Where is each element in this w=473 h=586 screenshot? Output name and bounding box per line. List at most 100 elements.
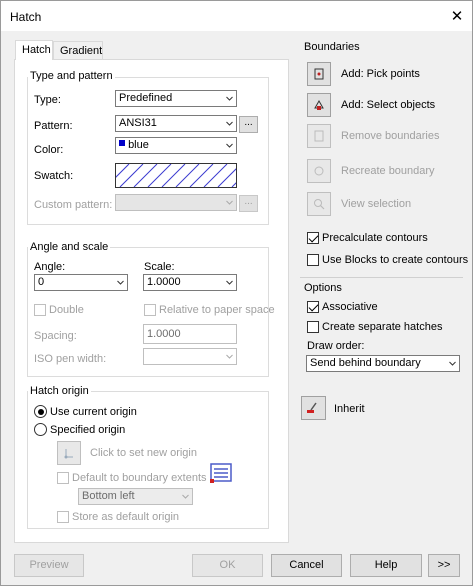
options-divider bbox=[300, 277, 463, 278]
select-objects-icon bbox=[314, 99, 324, 110]
iso-pen-width-label: ISO pen width: bbox=[34, 353, 107, 365]
set-origin-button[interactable] bbox=[57, 441, 81, 465]
angle-value: 0 bbox=[38, 276, 45, 288]
chevron-down-icon bbox=[226, 142, 233, 149]
preview-button[interactable]: Preview bbox=[14, 554, 84, 577]
use-current-origin-label: Use current origin bbox=[50, 406, 137, 418]
angle-select[interactable]: 0 bbox=[34, 274, 128, 291]
add-pick-points-label[interactable]: Add: Pick points bbox=[341, 68, 420, 80]
close-icon[interactable]: ✕ bbox=[448, 7, 466, 25]
default-boundary-extents-label: Default to boundary extents bbox=[72, 472, 207, 484]
origin-pick-icon bbox=[64, 449, 73, 459]
relative-paper-space-label: Relative to paper space bbox=[159, 304, 275, 316]
spacing-label: Spacing: bbox=[34, 330, 77, 342]
store-default-origin-label: Store as default origin bbox=[72, 511, 180, 523]
chevron-down-icon bbox=[226, 120, 233, 127]
options-title: Options bbox=[304, 282, 342, 294]
cancel-button[interactable]: Cancel bbox=[271, 554, 342, 577]
click-set-origin-label: Click to set new origin bbox=[90, 447, 197, 459]
double-checkbox[interactable] bbox=[34, 304, 46, 316]
draw-order-label: Draw order: bbox=[307, 340, 365, 352]
recreate-boundary-label[interactable]: Recreate boundary bbox=[341, 165, 435, 177]
add-select-objects-label[interactable]: Add: Select objects bbox=[341, 99, 435, 111]
dialog-title: Hatch bbox=[10, 10, 42, 24]
recreate-boundary-icon bbox=[314, 166, 324, 176]
scale-select[interactable]: 1.0000 bbox=[143, 274, 237, 291]
type-select[interactable]: Predefined bbox=[115, 90, 237, 107]
inherit-label[interactable]: Inherit bbox=[334, 403, 365, 415]
add-select-objects-button[interactable] bbox=[307, 93, 331, 117]
pattern-select[interactable]: ANSI31 bbox=[115, 115, 237, 132]
boundaries-title: Boundaries bbox=[304, 41, 360, 53]
hatch-dialog: Hatch ✕ Hatch Gradient Type and pattern … bbox=[0, 0, 473, 586]
draw-order-select[interactable]: Send behind boundary bbox=[306, 355, 460, 372]
specified-origin-label: Specified origin bbox=[50, 424, 126, 436]
chevron-down-icon bbox=[117, 279, 124, 286]
separate-hatches-label: Create separate hatches bbox=[322, 321, 443, 333]
specified-origin-radio[interactable] bbox=[34, 423, 47, 436]
pick-points-icon bbox=[314, 68, 324, 80]
angle-label: Angle: bbox=[34, 261, 66, 273]
paintbrush-icon bbox=[307, 402, 317, 413]
associative-label: Associative bbox=[322, 301, 378, 313]
associative-checkbox[interactable] bbox=[307, 301, 319, 313]
remove-boundaries-icon bbox=[314, 130, 324, 142]
remove-boundaries-button[interactable] bbox=[307, 124, 331, 148]
custom-pattern-select[interactable] bbox=[115, 194, 237, 211]
pattern-value: ANSI31 bbox=[119, 117, 157, 129]
origin-position-value: Bottom left bbox=[82, 490, 135, 502]
ok-button[interactable]: OK bbox=[192, 554, 263, 577]
more-options-button[interactable]: >> bbox=[428, 554, 460, 577]
separate-hatches-checkbox[interactable] bbox=[307, 321, 319, 333]
recreate-boundary-button[interactable] bbox=[307, 159, 331, 183]
custom-pattern-browse-button[interactable]: ... bbox=[239, 195, 258, 212]
tab-gradient[interactable]: Gradient bbox=[53, 41, 103, 60]
pattern-browse-button[interactable]: ... bbox=[239, 116, 258, 133]
custom-pattern-label: Custom pattern: bbox=[34, 199, 113, 211]
view-selection-label[interactable]: View selection bbox=[341, 198, 411, 210]
type-pattern-title: Type and pattern bbox=[28, 70, 115, 82]
spacing-field[interactable]: 1.0000 bbox=[143, 324, 237, 344]
chevron-down-icon bbox=[182, 493, 189, 500]
double-label: Double bbox=[49, 304, 84, 316]
scale-label: Scale: bbox=[144, 261, 175, 273]
iso-pen-width-select[interactable] bbox=[143, 348, 237, 365]
angle-scale-title: Angle and scale bbox=[28, 241, 111, 253]
type-label: Type: bbox=[34, 94, 61, 106]
use-blocks-label: Use Blocks to create contours bbox=[322, 254, 469, 266]
color-label: Color: bbox=[34, 144, 64, 156]
use-blocks-checkbox[interactable] bbox=[307, 254, 319, 266]
chevron-down-icon bbox=[226, 199, 233, 206]
precalculate-contours-label: Precalculate contours bbox=[322, 232, 428, 244]
pattern-label: Pattern: bbox=[34, 120, 73, 132]
boundary-extents-icon bbox=[210, 462, 233, 484]
magnifier-icon bbox=[314, 199, 325, 210]
chevron-down-icon bbox=[226, 95, 233, 102]
chevron-down-icon bbox=[226, 279, 233, 286]
swatch-label: Swatch: bbox=[34, 170, 74, 182]
hatch-origin-title: Hatch origin bbox=[28, 385, 91, 397]
default-boundary-extents-checkbox[interactable] bbox=[57, 472, 69, 484]
hatch-swatch-preview[interactable] bbox=[105, 163, 256, 188]
color-select[interactable]: blue bbox=[115, 137, 237, 154]
help-button[interactable]: Help bbox=[350, 554, 422, 577]
scale-value: 1.0000 bbox=[147, 276, 181, 288]
color-swatch-icon bbox=[119, 140, 125, 146]
tab-hatch[interactable]: Hatch bbox=[15, 40, 53, 60]
remove-boundaries-label[interactable]: Remove boundaries bbox=[341, 130, 439, 142]
type-value: Predefined bbox=[119, 92, 173, 104]
title-bar: Hatch ✕ bbox=[1, 1, 472, 31]
relative-paper-space-checkbox[interactable] bbox=[144, 304, 156, 316]
color-value: blue bbox=[128, 139, 149, 151]
chevron-down-icon bbox=[449, 360, 456, 367]
inherit-button[interactable] bbox=[301, 396, 326, 420]
origin-position-select[interactable]: Bottom left bbox=[78, 488, 193, 505]
chevron-down-icon bbox=[226, 353, 233, 360]
store-default-origin-checkbox[interactable] bbox=[57, 511, 69, 523]
hatch-pattern-icon bbox=[105, 163, 256, 188]
precalculate-contours-checkbox[interactable] bbox=[307, 232, 319, 244]
use-current-origin-radio[interactable] bbox=[34, 405, 47, 418]
add-pick-points-button[interactable] bbox=[307, 62, 331, 86]
view-selection-button[interactable] bbox=[307, 192, 331, 216]
draw-order-value: Send behind boundary bbox=[310, 357, 421, 369]
